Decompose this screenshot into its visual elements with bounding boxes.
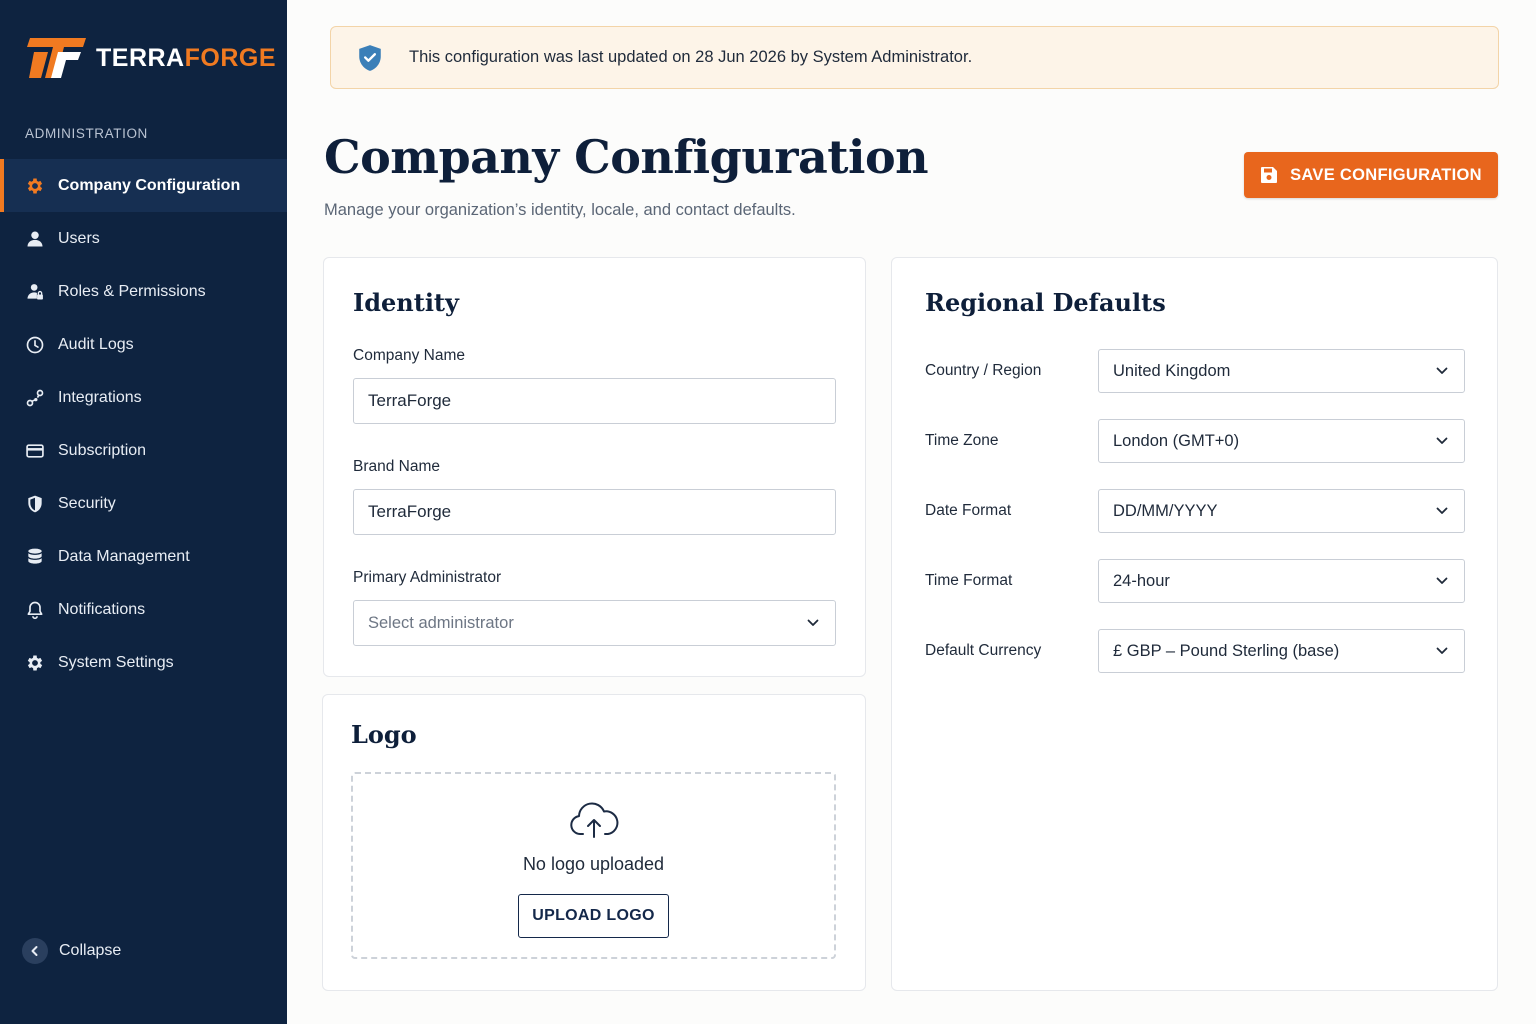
credit-card-icon (24, 440, 46, 462)
page-subtitle: Manage your organization’s identity, loc… (324, 201, 796, 219)
time-format-select[interactable]: 24-hour (1098, 559, 1465, 603)
sidebar-item-label: Data Management (58, 547, 190, 565)
save-configuration-button[interactable]: SAVE CONFIGURATION (1244, 152, 1498, 198)
last-updated-banner: This configuration was last updated on 2… (330, 26, 1499, 89)
brand-name-input[interactable] (353, 489, 836, 535)
bell-icon (24, 599, 46, 621)
company-name-label: Company Name (353, 347, 465, 364)
chevron-down-icon (1436, 507, 1448, 515)
primary-administrator-label: Primary Administrator (353, 569, 502, 586)
sidebar-item-company-configuration[interactable]: Company Configuration (0, 159, 287, 212)
sidebar-item-label: Company Configuration (58, 176, 241, 194)
select-value: £ GBP – Pound Sterling (base) (1113, 641, 1340, 660)
default-currency-label: Default Currency (925, 642, 1042, 659)
sidebar-item-label: Users (58, 229, 100, 247)
collapse-label: Collapse (59, 942, 122, 959)
select-value: London (GMT+0) (1113, 431, 1240, 450)
collapse-sidebar-button[interactable]: Collapse (22, 938, 121, 964)
floppy-disk-icon (1260, 166, 1278, 184)
save-button-label: SAVE CONFIGURATION (1290, 165, 1482, 184)
sidebar-item-label: Roles & Permissions (58, 282, 206, 300)
date-format-label: Date Format (925, 502, 1012, 519)
upload-logo-button[interactable]: UPLOAD LOGO (518, 894, 669, 938)
clock-icon (24, 334, 46, 356)
sidebar: TERRAFORGE ADMINISTRATION Company Config… (0, 0, 287, 1024)
sidebar-item-roles-permissions[interactable]: Roles & Permissions (0, 265, 287, 318)
page-title: Company Configuration (324, 130, 929, 184)
time-format-label: Time Format (925, 572, 1013, 589)
primary-administrator-select[interactable]: Select administrator (353, 600, 836, 646)
sidebar-item-label: Audit Logs (58, 335, 134, 353)
default-currency-select[interactable]: £ GBP – Pound Sterling (base) (1098, 629, 1465, 673)
sidebar-item-users[interactable]: Users (0, 212, 287, 265)
logo-dropzone[interactable]: No logo uploaded UPLOAD LOGO (351, 772, 836, 959)
brand-name-label: Brand Name (353, 458, 441, 475)
shield-icon (24, 493, 46, 515)
sidebar-item-data-management[interactable]: Data Management (0, 530, 287, 583)
shield-check-icon (357, 44, 383, 72)
sidebar-item-audit-logs[interactable]: Audit Logs (0, 318, 287, 371)
sidebar-item-label: Notifications (58, 600, 146, 618)
sidebar-section-label: ADMINISTRATION (25, 126, 148, 141)
sidebar-item-security[interactable]: Security (0, 477, 287, 530)
brand-name: TERRAFORGE (96, 43, 277, 72)
no-logo-text: No logo uploaded (522, 854, 665, 874)
regional-defaults-title: Regional Defaults (925, 288, 1166, 317)
time-zone-label: Time Zone (925, 432, 999, 449)
country-region-label: Country / Region (925, 362, 1042, 379)
chevron-down-icon (1436, 647, 1448, 655)
sidebar-item-notifications[interactable]: Notifications (0, 583, 287, 636)
sidebar-item-integrations[interactable]: Integrations (0, 371, 287, 424)
company-name-input[interactable] (353, 378, 836, 424)
brand-logo[interactable]: TERRAFORGE (26, 38, 276, 78)
chevron-down-icon (807, 619, 819, 627)
banner-text: This configuration was last updated on 2… (409, 48, 973, 66)
gear-icon (24, 652, 46, 674)
date-format-select[interactable]: DD/MM/YYYY (1098, 489, 1465, 533)
sidebar-item-system-settings[interactable]: System Settings (0, 636, 287, 689)
sidebar-item-label: Integrations (58, 388, 142, 406)
sidebar-item-label: System Settings (58, 653, 174, 671)
select-placeholder: Select administrator (368, 613, 514, 632)
identity-card-title: Identity (353, 288, 459, 317)
sidebar-item-label: Subscription (58, 441, 147, 459)
user-icon (24, 228, 46, 250)
user-lock-icon (24, 281, 46, 303)
sidebar-item-subscription[interactable]: Subscription (0, 424, 287, 477)
cloud-upload-icon (569, 800, 619, 843)
time-zone-select[interactable]: London (GMT+0) (1098, 419, 1465, 463)
terraforge-logo-icon (27, 38, 86, 78)
chevron-left-icon (22, 938, 48, 964)
chevron-down-icon (1436, 367, 1448, 375)
select-value: DD/MM/YYYY (1113, 501, 1218, 520)
chevron-down-icon (1436, 577, 1448, 585)
select-value: United Kingdom (1113, 361, 1231, 380)
link-icon (24, 387, 46, 409)
sidebar-item-label: Security (58, 494, 116, 512)
chevron-down-icon (1436, 437, 1448, 445)
sidebar-nav: Company Configuration Users Roles & Perm… (0, 159, 287, 689)
country-region-select[interactable]: United Kingdom (1098, 349, 1465, 393)
database-icon (24, 546, 46, 568)
logo-card-title: Logo (351, 720, 417, 749)
select-value: 24-hour (1113, 571, 1170, 590)
gear-icon (24, 175, 46, 197)
